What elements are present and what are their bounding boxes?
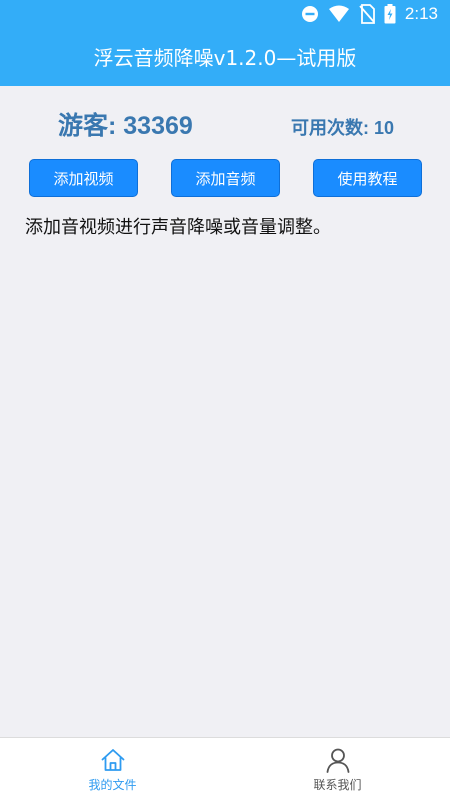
- nav-contact-us[interactable]: 联系我们: [225, 738, 450, 800]
- app-title: 浮云音频降噪v1.2.0—试用版: [93, 46, 357, 70]
- wifi-icon: [328, 5, 349, 22]
- nav-my-files[interactable]: 我的文件: [0, 738, 225, 800]
- do-not-disturb-icon: [301, 6, 318, 22]
- person-icon: [326, 748, 349, 773]
- description-text: 添加音视频进行声音降噪或音量调整。: [25, 217, 331, 238]
- guest-id: 游客: 33369: [58, 112, 193, 140]
- nav-label-contact-us: 联系我们: [313, 778, 362, 792]
- add-audio-button[interactable]: 添加音频: [171, 159, 280, 197]
- bottom-nav: 我的文件 联系我们: [0, 737, 450, 800]
- battery-charging-icon: [384, 4, 396, 24]
- tutorial-button[interactable]: 使用教程: [313, 159, 422, 197]
- nav-label-my-files: 我的文件: [88, 778, 137, 792]
- status-bar: 2:13: [0, 0, 450, 30]
- no-sim-icon: [359, 4, 375, 24]
- status-time: 2:13: [404, 4, 438, 23]
- user-info-row: 游客: 33369 可用次数: 10: [0, 104, 450, 144]
- home-icon: [101, 749, 124, 771]
- app-header: 2:13 浮云音频降噪v1.2.0—试用版: [0, 0, 450, 86]
- add-video-button[interactable]: 添加视频: [29, 159, 138, 197]
- status-icons: 2:13: [301, 4, 438, 24]
- action-buttons: 添加视频 添加音频 使用教程: [0, 159, 450, 197]
- remaining-uses: 可用次数: 10: [290, 118, 394, 138]
